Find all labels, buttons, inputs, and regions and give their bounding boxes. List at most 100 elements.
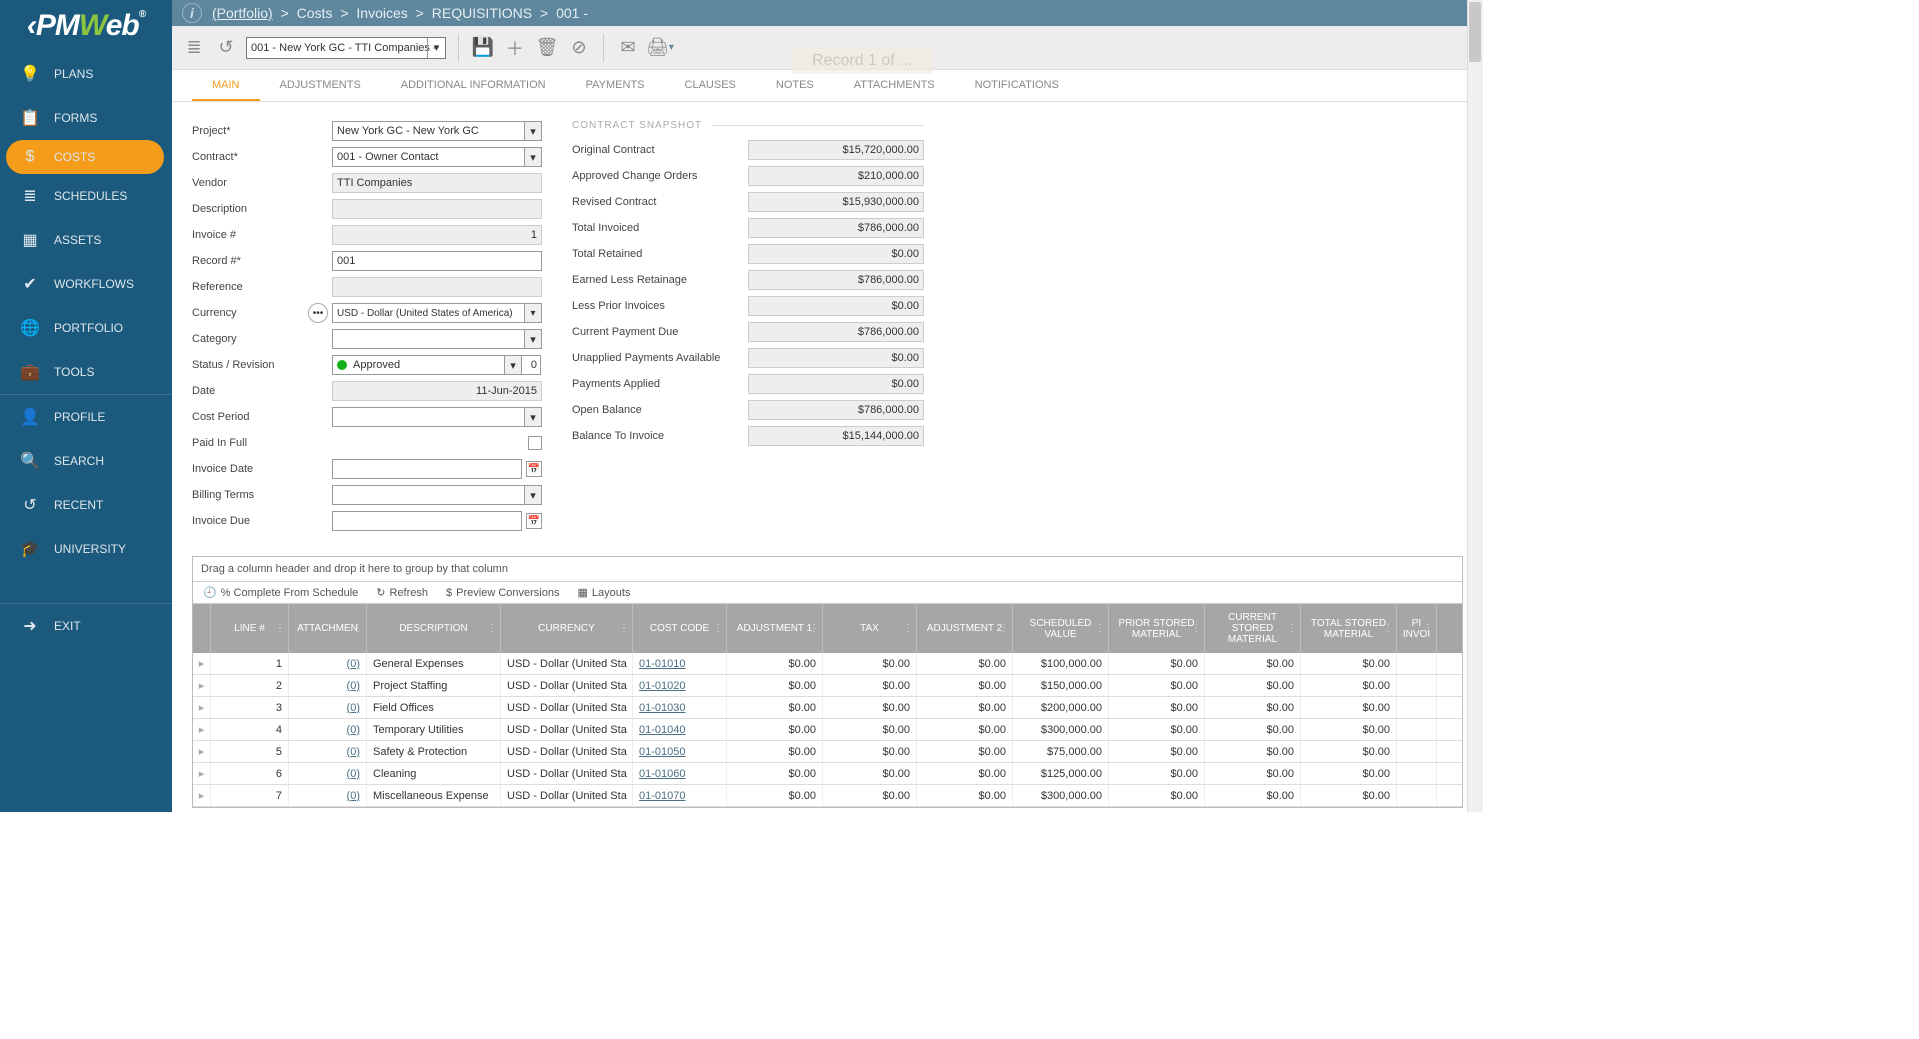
table-row[interactable]: ▸3(0)Field OfficesUSD - Dollar (United S… [193, 697, 1462, 719]
chevron-down-icon[interactable]: ▾ [524, 407, 542, 427]
col-header[interactable]: TAX⋮ [823, 604, 917, 653]
expand-icon[interactable]: ▸ [193, 763, 211, 784]
column-menu-icon[interactable]: ⋮ [713, 623, 723, 634]
nav-item-forms[interactable]: 📋FORMS [0, 96, 172, 140]
tab-main[interactable]: MAIN [192, 71, 260, 101]
record-field[interactable]: 001 [332, 251, 542, 271]
table-row[interactable]: ▸6(0)CleaningUSD - Dollar (United Sta01-… [193, 763, 1462, 785]
tab-clauses[interactable]: CLAUSES [665, 71, 756, 101]
attachment-link[interactable]: (0) [289, 719, 367, 740]
grid-tool-preview-conversions[interactable]: $Preview Conversions [446, 587, 559, 599]
column-menu-icon[interactable]: ⋮ [1095, 623, 1105, 634]
invoicedate-field[interactable] [332, 459, 522, 479]
attachment-link[interactable]: (0) [289, 785, 367, 806]
save-icon[interactable]: 💾 [471, 36, 495, 60]
scrollbar[interactable] [1467, 0, 1483, 812]
table-row[interactable]: ▸1(0)General ExpensesUSD - Dollar (Unite… [193, 653, 1462, 675]
tab-notifications[interactable]: NOTIFICATIONS [955, 71, 1079, 101]
tab-notes[interactable]: NOTES [756, 71, 834, 101]
column-menu-icon[interactable]: ⋮ [809, 623, 819, 634]
attachment-link[interactable]: (0) [289, 763, 367, 784]
expand-icon[interactable]: ▸ [193, 741, 211, 762]
col-header[interactable]: TOTAL STORED MATERIAL⋮ [1301, 604, 1397, 653]
costperiod-select[interactable]: ▾ [332, 407, 542, 427]
invoicedue-field[interactable] [332, 511, 522, 531]
mail-icon[interactable]: ✉ [616, 36, 640, 60]
table-row[interactable]: ▸2(0)Project StaffingUSD - Dollar (Unite… [193, 675, 1462, 697]
attachment-link[interactable]: (0) [289, 697, 367, 718]
tab-attachments[interactable]: ATTACHMENTS [834, 71, 955, 101]
expand-icon[interactable]: ▸ [193, 675, 211, 696]
attachment-link[interactable]: (0) [289, 653, 367, 674]
col-header[interactable]: COST CODE⋮ [633, 604, 727, 653]
calendar-icon[interactable]: 📅 [526, 461, 542, 477]
table-row[interactable]: ▸7(0)Miscellaneous ExpenseUSD - Dollar (… [193, 785, 1462, 807]
groupby-bar[interactable]: Drag a column header and drop it here to… [193, 557, 1462, 582]
delete-icon[interactable]: 🗑 [535, 36, 559, 60]
chevron-down-icon[interactable]: ▾ [524, 303, 542, 323]
column-menu-icon[interactable]: ⋮ [275, 623, 285, 634]
nav-item-plans[interactable]: 💡PLANS [0, 52, 172, 96]
column-menu-icon[interactable]: ⋮ [1423, 623, 1433, 634]
col-header[interactable]: CURRENCY⋮ [501, 604, 633, 653]
table-row[interactable]: ▸4(0)Temporary UtilitiesUSD - Dollar (Un… [193, 719, 1462, 741]
attachment-link[interactable]: (0) [289, 741, 367, 762]
column-menu-icon[interactable]: ⋮ [1287, 623, 1297, 634]
column-menu-icon[interactable]: ⋮ [353, 623, 363, 634]
project-select[interactable]: New York GC - New York GC▾ [332, 121, 542, 141]
costcode-link[interactable]: 01-01020 [633, 675, 727, 696]
nav-item-exit[interactable]: ➜EXIT [0, 604, 172, 648]
chevron-down-icon[interactable]: ▾ [524, 121, 542, 141]
costcode-link[interactable]: 01-01030 [633, 697, 727, 718]
table-row[interactable]: ▸5(0)Safety & ProtectionUSD - Dollar (Un… [193, 741, 1462, 763]
expand-icon[interactable]: ▸ [193, 785, 211, 806]
nav-item-search[interactable]: 🔍SEARCH [0, 439, 172, 483]
expand-icon[interactable]: ▸ [193, 697, 211, 718]
col-header[interactable]: PRIOR STORED MATERIAL⋮ [1109, 604, 1205, 653]
costcode-link[interactable]: 01-01050 [633, 741, 727, 762]
billing-select[interactable]: ▾ [332, 485, 542, 505]
calendar-icon[interactable]: 📅 [526, 513, 542, 529]
column-menu-icon[interactable]: ⋮ [1191, 623, 1201, 634]
column-menu-icon[interactable]: ⋮ [487, 623, 497, 634]
record-select[interactable]: 001 - New York GC - TTI Companies - ▾ [246, 37, 446, 59]
col-header[interactable]: DESCRIPTION⋮ [367, 604, 501, 653]
column-menu-icon[interactable]: ⋮ [903, 623, 913, 634]
col-header[interactable]: ADJUSTMENT 2⋮ [917, 604, 1013, 653]
col-header[interactable]: ADJUSTMENT 1⋮ [727, 604, 823, 653]
chevron-down-icon[interactable]: ▾ [524, 329, 542, 349]
nav-item-assets[interactable]: ▦ASSETS [0, 218, 172, 262]
nav-item-portfolio[interactable]: 🌐PORTFOLIO [0, 306, 172, 350]
expand-icon[interactable]: ▸ [193, 653, 211, 674]
col-header[interactable]: PI INVOI⋮ [1397, 604, 1437, 653]
nav-item-schedules[interactable]: ≣SCHEDULES [0, 174, 172, 218]
col-header[interactable]: CURRENT STORED MATERIAL⋮ [1205, 604, 1301, 653]
add-icon[interactable]: ＋ [503, 36, 527, 60]
col-header[interactable]: LINE #⋮ [211, 604, 289, 653]
contract-select[interactable]: 001 - Owner Contact▾ [332, 147, 542, 167]
nav-item-tools[interactable]: 💼TOOLS [0, 350, 172, 394]
status-select[interactable]: Approved▾ [332, 355, 522, 375]
grid-tool--complete-from-schedule[interactable]: 🕘% Complete From Schedule [203, 586, 358, 599]
column-menu-icon[interactable]: ⋮ [619, 623, 629, 634]
dropdown-icon[interactable]: ▾ [427, 38, 445, 58]
chevron-down-icon[interactable]: ▾ [504, 355, 522, 375]
grid-tool-refresh[interactable]: ↻Refresh [376, 586, 428, 599]
paidfull-checkbox[interactable] [528, 436, 542, 450]
tab-adjustments[interactable]: ADJUSTMENTS [260, 71, 381, 101]
nav-item-university[interactable]: 🎓UNIVERSITY [0, 527, 172, 571]
grid-tool-layouts[interactable]: ▦Layouts [577, 586, 630, 599]
list-icon[interactable]: ≣ [182, 36, 206, 60]
history-icon[interactable]: ↺ [214, 36, 238, 60]
expand-icon[interactable]: ▸ [193, 719, 211, 740]
nav-item-costs[interactable]: $COSTS [6, 140, 164, 174]
column-menu-icon[interactable]: ⋮ [1383, 623, 1393, 634]
nav-item-recent[interactable]: ↺RECENT [0, 483, 172, 527]
nav-item-profile[interactable]: 👤PROFILE [0, 395, 172, 439]
col-header[interactable]: ATTACHMEN⋮ [289, 604, 367, 653]
costcode-link[interactable]: 01-01010 [633, 653, 727, 674]
costcode-link[interactable]: 01-01040 [633, 719, 727, 740]
costcode-link[interactable]: 01-01060 [633, 763, 727, 784]
chevron-down-icon[interactable]: ▾ [524, 147, 542, 167]
attachment-link[interactable]: (0) [289, 675, 367, 696]
